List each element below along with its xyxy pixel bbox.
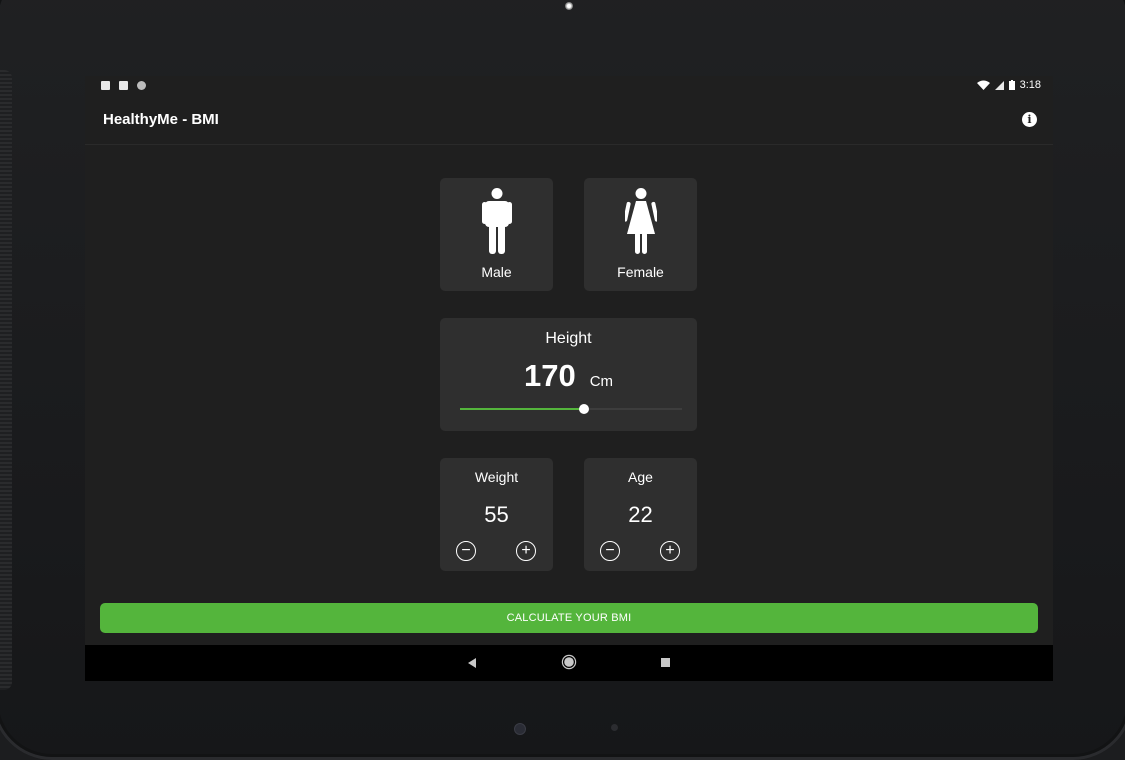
camera-lens: [514, 723, 526, 735]
speaker-grille: [0, 70, 12, 690]
male-icon: [481, 188, 512, 254]
calculate-bmi-button[interactable]: CALCULATE YOUR BMI: [100, 603, 1038, 633]
recents-icon[interactable]: [661, 658, 670, 667]
height-value: 170: [523, 358, 576, 393]
height-slider[interactable]: [460, 404, 682, 414]
age-card: Age 22 − +: [584, 458, 697, 571]
info-icon[interactable]: i: [1022, 111, 1037, 127]
sd-card-icon: [119, 80, 128, 90]
age-increment-button[interactable]: +: [660, 541, 680, 561]
male-label: Male: [481, 264, 512, 280]
weight-increment-button[interactable]: +: [516, 541, 536, 561]
female-card[interactable]: Female: [584, 178, 697, 291]
battery-icon: [1008, 80, 1015, 90]
female-label: Female: [617, 264, 664, 280]
height-slider-thumb[interactable]: [579, 404, 590, 414]
age-title: Age: [628, 469, 653, 485]
front-camera: [565, 2, 573, 10]
height-slider-fill: [460, 408, 585, 410]
height-card: Height 170 Cm: [440, 318, 697, 431]
back-icon[interactable]: [468, 658, 476, 668]
signal-icon: [994, 80, 1004, 90]
weight-title: Weight: [474, 469, 519, 485]
height-title: Height: [545, 330, 592, 347]
height-value-row: 170 Cm: [440, 358, 697, 394]
wifi-icon: [976, 80, 990, 90]
clock: 3:18: [1019, 79, 1041, 91]
home-icon[interactable]: [564, 657, 574, 667]
plus-circle-icon: +: [521, 542, 531, 559]
male-card[interactable]: Male: [440, 178, 553, 291]
female-icon: [624, 188, 657, 254]
notification-a-icon: [101, 80, 110, 90]
sensor-dot: [611, 724, 618, 731]
sync-icon: [137, 80, 146, 90]
system-nav-bar: [85, 645, 1053, 681]
app-screen: 3:18 HealthyMe - BMI i Male Female Heigh…: [85, 76, 1053, 681]
age-value: 22: [628, 502, 653, 527]
status-bar: 3:18: [85, 76, 1053, 94]
plus-circle-icon: +: [665, 542, 675, 559]
height-unit: Cm: [589, 373, 614, 390]
minus-circle-icon: −: [461, 542, 471, 559]
weight-card: Weight 55 − +: [440, 458, 553, 571]
age-decrement-button[interactable]: −: [600, 541, 620, 561]
weight-value: 55: [484, 502, 509, 527]
weight-decrement-button[interactable]: −: [456, 541, 476, 561]
app-bar: HealthyMe - BMI i: [85, 94, 1053, 145]
minus-circle-icon: −: [605, 542, 615, 559]
app-title: HealthyMe - BMI: [103, 110, 219, 128]
